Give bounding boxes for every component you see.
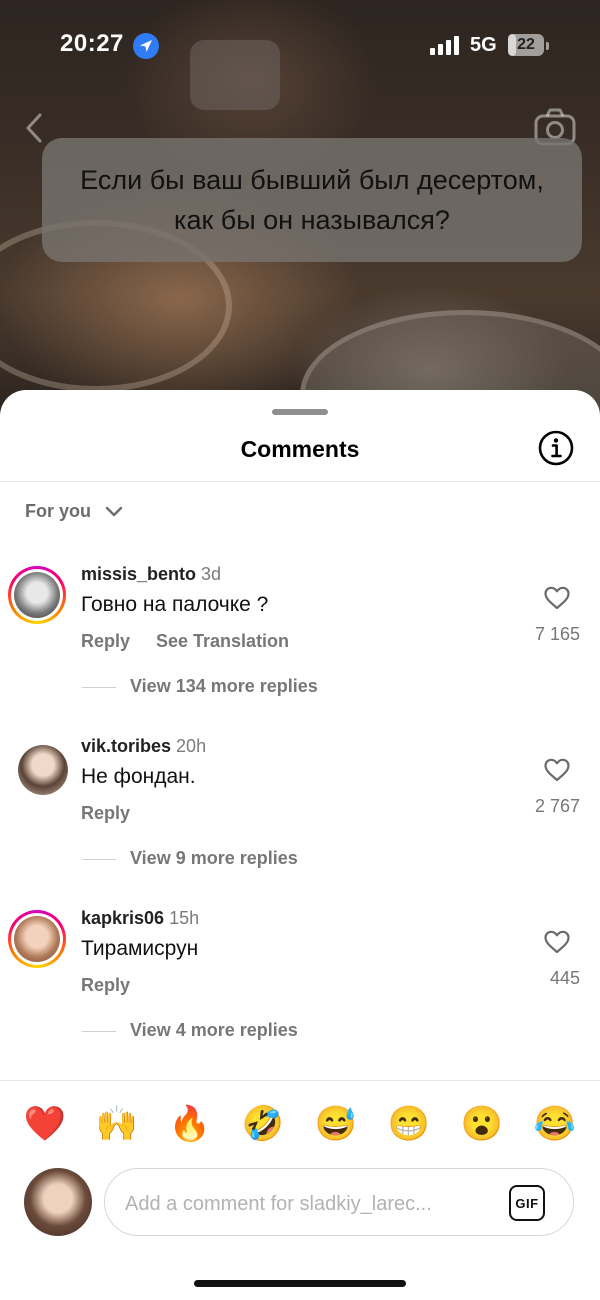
battery-icon: 22	[508, 34, 544, 56]
avatar	[14, 572, 60, 618]
emoji-joy[interactable]: 😂	[530, 1100, 580, 1148]
avatar[interactable]	[18, 745, 68, 795]
composer-divider	[0, 1080, 600, 1081]
chevron-down-icon	[105, 506, 123, 516]
reply-button[interactable]: Reply	[81, 631, 130, 652]
heart-icon[interactable]	[544, 930, 570, 959]
comment-time: 3d	[201, 564, 222, 584]
replies-divider	[82, 859, 116, 860]
emoji-fire[interactable]: 🔥	[165, 1100, 215, 1148]
emoji-quick-bar: ❤️ 🙌 🔥 🤣 😅 😁 😮 😂	[0, 1100, 600, 1150]
view-replies-button[interactable]: View 134 more replies	[130, 676, 318, 697]
sort-label: For you	[25, 501, 91, 521]
view-replies-button[interactable]: View 4 more replies	[130, 1020, 298, 1041]
question-sticker: Если бы ваш бывший был десертом, как бы …	[42, 138, 582, 262]
replies-divider	[82, 687, 116, 688]
battery-percent: 22	[517, 36, 535, 53]
comment-username[interactable]: vik.toribes 20h	[81, 736, 206, 757]
sheet-title: Comments	[240, 436, 360, 462]
heart-icon[interactable]	[544, 758, 570, 787]
avatar	[14, 916, 60, 962]
comment-username[interactable]: missis_bento 3d	[81, 564, 221, 585]
comment-username[interactable]: kapkris06 15h	[81, 908, 199, 929]
home-indicator[interactable]	[194, 1280, 406, 1287]
comment-text: Не фондан.	[81, 765, 196, 788]
comment-text: Говно на палочке ?	[81, 593, 269, 616]
current-user-avatar	[24, 1168, 92, 1236]
info-icon[interactable]	[538, 430, 574, 466]
status-bar: 20:27 5G 22	[0, 20, 600, 70]
comment-time: 15h	[169, 908, 200, 928]
battery-nub	[546, 42, 549, 50]
reply-button[interactable]: Reply	[81, 803, 130, 824]
sort-dropdown[interactable]: For you	[25, 501, 123, 522]
emoji-surprised[interactable]: 😮	[457, 1100, 507, 1148]
emoji-rofl[interactable]: 🤣	[238, 1100, 288, 1148]
comment-text: Тирамисрун	[81, 937, 199, 960]
gif-button[interactable]: GIF	[509, 1185, 545, 1221]
emoji-raised-hands[interactable]: 🙌	[92, 1100, 142, 1148]
comment-item: missis_bento 3d Говно на палочке ? Reply …	[0, 564, 600, 716]
heart-icon[interactable]	[544, 586, 570, 615]
video-background: 20:27 5G 22 Если бы ваш бывший был десер…	[0, 0, 600, 420]
sheet-drag-handle[interactable]	[272, 409, 328, 415]
emoji-heart[interactable]: ❤️	[20, 1100, 70, 1148]
emoji-sweat-smile[interactable]: 😅	[311, 1100, 361, 1148]
status-time: 20:27	[60, 30, 124, 57]
replies-divider	[82, 1031, 116, 1032]
comment-time: 20h	[176, 736, 207, 756]
comment-input-field[interactable]: GIF	[104, 1168, 574, 1236]
header-divider	[0, 481, 600, 482]
comment-item: kapkris06 15h Тирамисрун Reply 445 View 4…	[0, 908, 600, 1060]
avatar-story-ring[interactable]	[8, 566, 66, 624]
network-type: 5G	[470, 34, 497, 56]
comment-item: vik.toribes 20h Не фондан. Reply 2 767 Vi…	[0, 736, 600, 888]
like-count: 7 165	[534, 624, 580, 644]
reply-button[interactable]: Reply	[81, 975, 130, 996]
emoji-grin[interactable]: 😁	[384, 1100, 434, 1148]
back-chevron-icon[interactable]	[22, 112, 46, 149]
like-count: 2 767	[534, 796, 580, 816]
see-translation-button[interactable]: See Translation	[156, 631, 289, 652]
cellular-signal-icon	[430, 35, 462, 60]
like-count: 445	[549, 968, 580, 988]
comment-input[interactable]	[123, 1187, 497, 1221]
avatar-story-ring[interactable]	[8, 910, 66, 968]
comments-sheet: Comments For you missis_bento 3d Говно на…	[0, 390, 600, 1300]
location-arrow-icon	[133, 33, 159, 59]
view-replies-button[interactable]: View 9 more replies	[130, 848, 298, 869]
